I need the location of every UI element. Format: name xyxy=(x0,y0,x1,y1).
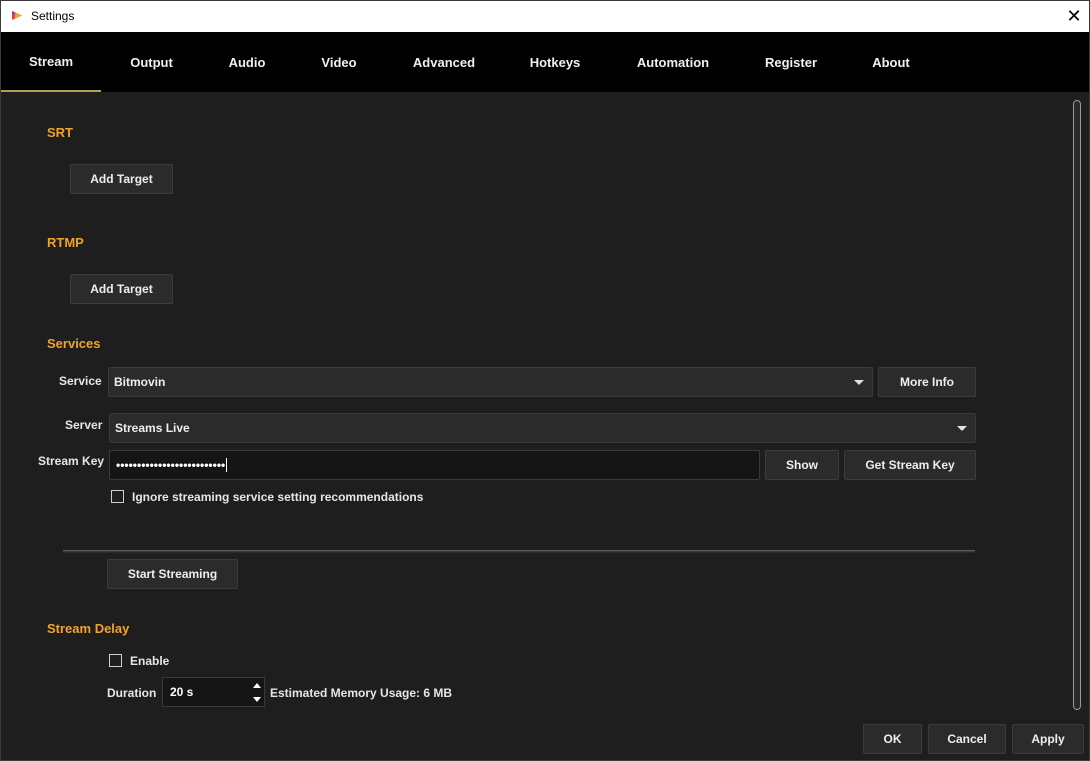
stream-settings-panel: SRT Add Target RTMP Add Target Services … xyxy=(1,92,1089,760)
service-label: Service xyxy=(59,374,102,388)
tab-bar: Stream Output Audio Video Advanced Hotke… xyxy=(1,32,1089,92)
tab-advanced[interactable]: Advanced xyxy=(401,32,487,92)
vertical-scrollbar[interactable] xyxy=(1072,100,1082,710)
chevron-down-icon xyxy=(957,426,967,431)
ok-button[interactable]: OK xyxy=(863,724,922,754)
tab-register[interactable]: Register xyxy=(751,32,831,92)
tab-automation[interactable]: Automation xyxy=(623,32,723,92)
spin-down-icon[interactable] xyxy=(252,693,262,705)
close-icon[interactable]: ✕ xyxy=(1059,1,1089,32)
cancel-button[interactable]: Cancel xyxy=(928,724,1006,754)
duration-spinbox[interactable]: 20 s xyxy=(162,677,265,707)
stream-key-label: Stream Key xyxy=(38,454,105,468)
stream-delay-enable-checkbox[interactable] xyxy=(109,654,122,667)
tab-audio[interactable]: Audio xyxy=(209,32,285,92)
srt-add-target-button[interactable]: Add Target xyxy=(70,164,173,194)
more-info-button[interactable]: More Info xyxy=(878,367,976,397)
server-label: Server xyxy=(65,418,103,432)
stream-key-input[interactable]: •••••••••••••••••••••••••• xyxy=(109,450,760,480)
tab-hotkeys[interactable]: Hotkeys xyxy=(515,32,595,92)
stream-key-value: •••••••••••••••••••••••••• xyxy=(116,458,226,472)
stream-delay-section-title: Stream Delay xyxy=(47,621,130,636)
settings-window: Settings ✕ Stream Output Audio Video Adv… xyxy=(0,0,1090,761)
scrollbar-thumb[interactable] xyxy=(1073,100,1081,710)
server-select[interactable]: Streams Live xyxy=(109,413,976,443)
window-title: Settings xyxy=(31,9,75,23)
tab-output[interactable]: Output xyxy=(109,32,194,92)
ignore-recommendations-label: Ignore streaming service setting recomme… xyxy=(132,490,424,504)
tab-stream[interactable]: Stream xyxy=(1,32,101,92)
rtmp-section-title: RTMP xyxy=(47,235,84,250)
spin-up-icon[interactable] xyxy=(252,679,262,691)
divider xyxy=(63,550,975,553)
show-key-button[interactable]: Show xyxy=(765,450,839,480)
services-section-title: Services xyxy=(47,336,101,351)
apply-button[interactable]: Apply xyxy=(1012,724,1084,754)
title-bar: Settings ✕ xyxy=(1,1,1089,32)
stream-delay-enable-label: Enable xyxy=(130,654,170,668)
memory-usage-text: Estimated Memory Usage: 6 MB xyxy=(270,686,453,700)
tab-about[interactable]: About xyxy=(859,32,923,92)
server-select-value: Streams Live xyxy=(115,421,190,435)
service-select[interactable]: Bitmovin xyxy=(108,367,873,397)
start-streaming-button[interactable]: Start Streaming xyxy=(107,559,238,589)
duration-value: 20 s xyxy=(170,685,194,699)
chevron-down-icon xyxy=(854,380,864,385)
rtmp-add-target-button[interactable]: Add Target xyxy=(70,274,173,304)
tab-video[interactable]: Video xyxy=(301,32,377,92)
ignore-recommendations-checkbox[interactable] xyxy=(111,490,124,503)
app-logo-icon xyxy=(10,8,25,23)
duration-label: Duration xyxy=(107,686,157,700)
srt-section-title: SRT xyxy=(47,125,73,140)
service-select-value: Bitmovin xyxy=(114,375,166,389)
text-caret xyxy=(226,458,228,472)
get-stream-key-button[interactable]: Get Stream Key xyxy=(844,450,976,480)
